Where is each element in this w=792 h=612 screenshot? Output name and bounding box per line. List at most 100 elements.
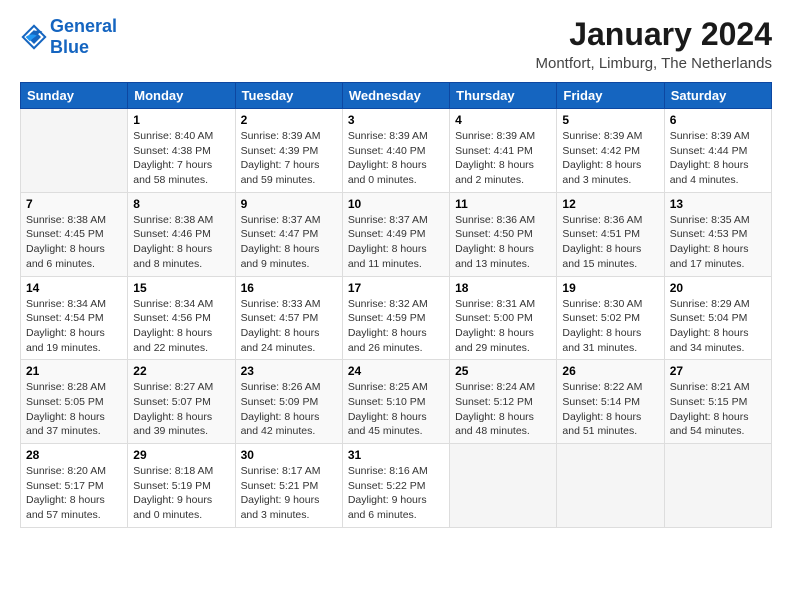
day-info: Sunrise: 8:33 AM Sunset: 4:57 PM Dayligh… (241, 297, 337, 356)
calendar-cell: 31 Sunrise: 8:16 AM Sunset: 5:22 PM Dayli… (342, 444, 449, 528)
day-info: Sunrise: 8:31 AM Sunset: 5:00 PM Dayligh… (455, 297, 551, 356)
calendar-week-5: 28Sunrise: 8:20 AM Sunset: 5:17 PM Dayli… (21, 444, 772, 528)
day-info: Sunrise: 8:25 AM Sunset: 5:10 PM Dayligh… (348, 380, 444, 439)
calendar-cell: 28Sunrise: 8:20 AM Sunset: 5:17 PM Dayli… (21, 444, 128, 528)
calendar-header-wednesday: Wednesday (342, 83, 449, 109)
calendar-week-4: 21Sunrise: 8:28 AM Sunset: 5:05 PM Dayli… (21, 360, 772, 444)
day-number: 7 (26, 197, 122, 211)
day-info: Sunrise: 8:35 AM Sunset: 4:53 PM Dayligh… (670, 213, 766, 272)
day-number: 5 (562, 113, 658, 127)
day-number: 26 (562, 364, 658, 378)
day-number: 6 (670, 113, 766, 127)
day-info: Sunrise: 8:18 AM Sunset: 5:19 PM Dayligh… (133, 464, 229, 523)
calendar-header-monday: Monday (128, 83, 235, 109)
calendar-cell (21, 109, 128, 193)
calendar-header-tuesday: Tuesday (235, 83, 342, 109)
calendar-cell: 18 Sunrise: 8:31 AM Sunset: 5:00 PM Dayli… (450, 276, 557, 360)
calendar-cell: 7Sunrise: 8:38 AM Sunset: 4:45 PM Daylig… (21, 192, 128, 276)
calendar-cell: 3 Sunrise: 8:39 AM Sunset: 4:40 PM Daylig… (342, 109, 449, 193)
location: Montfort, Limburg, The Netherlands (535, 55, 772, 72)
calendar-cell: 17 Sunrise: 8:32 AM Sunset: 4:59 PM Dayli… (342, 276, 449, 360)
month-title: January 2024 (535, 16, 772, 53)
day-info: Sunrise: 8:36 AM Sunset: 4:50 PM Dayligh… (455, 213, 551, 272)
day-number: 1 (133, 113, 229, 127)
calendar-cell: 16 Sunrise: 8:33 AM Sunset: 4:57 PM Dayli… (235, 276, 342, 360)
calendar-cell: 11 Sunrise: 8:36 AM Sunset: 4:50 PM Dayli… (450, 192, 557, 276)
day-number: 4 (455, 113, 551, 127)
day-number: 19 (562, 281, 658, 295)
calendar-cell: 19Sunrise: 8:30 AM Sunset: 5:02 PM Dayli… (557, 276, 664, 360)
day-info: Sunrise: 8:34 AM Sunset: 4:56 PM Dayligh… (133, 297, 229, 356)
calendar-cell: 12 Sunrise: 8:36 AM Sunset: 4:51 PM Dayli… (557, 192, 664, 276)
day-number: 31 (348, 448, 444, 462)
day-info: Sunrise: 8:38 AM Sunset: 4:46 PM Dayligh… (133, 213, 229, 272)
calendar-cell: 27 Sunrise: 8:21 AM Sunset: 5:15 PM Dayli… (664, 360, 771, 444)
day-number: 11 (455, 197, 551, 211)
day-info: Sunrise: 8:40 AM Sunset: 4:38 PM Dayligh… (133, 129, 229, 188)
day-info: Sunrise: 8:37 AM Sunset: 4:49 PM Dayligh… (348, 213, 444, 272)
calendar-header-saturday: Saturday (664, 83, 771, 109)
calendar-week-1: 1 Sunrise: 8:40 AM Sunset: 4:38 PM Daylig… (21, 109, 772, 193)
logo: General Blue (20, 16, 117, 58)
day-number: 16 (241, 281, 337, 295)
day-info: Sunrise: 8:17 AM Sunset: 5:21 PM Dayligh… (241, 464, 337, 523)
day-number: 9 (241, 197, 337, 211)
calendar-header-friday: Friday (557, 83, 664, 109)
calendar-cell (664, 444, 771, 528)
day-number: 30 (241, 448, 337, 462)
day-info: Sunrise: 8:39 AM Sunset: 4:44 PM Dayligh… (670, 129, 766, 188)
calendar-cell: 25 Sunrise: 8:24 AM Sunset: 5:12 PM Dayli… (450, 360, 557, 444)
calendar-cell: 6 Sunrise: 8:39 AM Sunset: 4:44 PM Daylig… (664, 109, 771, 193)
day-number: 13 (670, 197, 766, 211)
day-number: 17 (348, 281, 444, 295)
logo-icon (20, 23, 48, 51)
calendar-cell: 4 Sunrise: 8:39 AM Sunset: 4:41 PM Daylig… (450, 109, 557, 193)
calendar-cell: 13 Sunrise: 8:35 AM Sunset: 4:53 PM Dayli… (664, 192, 771, 276)
calendar-cell (450, 444, 557, 528)
calendar-cell: 14Sunrise: 8:34 AM Sunset: 4:54 PM Dayli… (21, 276, 128, 360)
header: General Blue January 2024 Montfort, Limb… (20, 16, 772, 72)
day-info: Sunrise: 8:29 AM Sunset: 5:04 PM Dayligh… (670, 297, 766, 356)
calendar-cell: 24 Sunrise: 8:25 AM Sunset: 5:10 PM Dayli… (342, 360, 449, 444)
calendar-cell: 15Sunrise: 8:34 AM Sunset: 4:56 PM Dayli… (128, 276, 235, 360)
calendar-cell: 5 Sunrise: 8:39 AM Sunset: 4:42 PM Daylig… (557, 109, 664, 193)
day-number: 18 (455, 281, 551, 295)
calendar-header-row: SundayMondayTuesdayWednesdayThursdayFrid… (21, 83, 772, 109)
day-info: Sunrise: 8:16 AM Sunset: 5:22 PM Dayligh… (348, 464, 444, 523)
day-number: 20 (670, 281, 766, 295)
logo-line1: General (50, 16, 117, 36)
day-info: Sunrise: 8:21 AM Sunset: 5:15 PM Dayligh… (670, 380, 766, 439)
calendar-cell: 21Sunrise: 8:28 AM Sunset: 5:05 PM Dayli… (21, 360, 128, 444)
calendar-table: SundayMondayTuesdayWednesdayThursdayFrid… (20, 82, 772, 528)
day-number: 23 (241, 364, 337, 378)
day-number: 14 (26, 281, 122, 295)
day-number: 22 (133, 364, 229, 378)
day-number: 24 (348, 364, 444, 378)
day-number: 3 (348, 113, 444, 127)
day-info: Sunrise: 8:28 AM Sunset: 5:05 PM Dayligh… (26, 380, 122, 439)
calendar-header-thursday: Thursday (450, 83, 557, 109)
day-info: Sunrise: 8:32 AM Sunset: 4:59 PM Dayligh… (348, 297, 444, 356)
day-number: 12 (562, 197, 658, 211)
day-number: 27 (670, 364, 766, 378)
calendar-cell: 30 Sunrise: 8:17 AM Sunset: 5:21 PM Dayli… (235, 444, 342, 528)
calendar-cell: 8Sunrise: 8:38 AM Sunset: 4:46 PM Daylig… (128, 192, 235, 276)
logo-line2: Blue (50, 37, 117, 58)
calendar-cell: 22Sunrise: 8:27 AM Sunset: 5:07 PM Dayli… (128, 360, 235, 444)
day-info: Sunrise: 8:20 AM Sunset: 5:17 PM Dayligh… (26, 464, 122, 523)
calendar-cell: 9 Sunrise: 8:37 AM Sunset: 4:47 PM Daylig… (235, 192, 342, 276)
day-number: 25 (455, 364, 551, 378)
calendar-week-3: 14Sunrise: 8:34 AM Sunset: 4:54 PM Dayli… (21, 276, 772, 360)
day-info: Sunrise: 8:24 AM Sunset: 5:12 PM Dayligh… (455, 380, 551, 439)
day-info: Sunrise: 8:37 AM Sunset: 4:47 PM Dayligh… (241, 213, 337, 272)
page: General Blue January 2024 Montfort, Limb… (0, 0, 792, 612)
calendar-cell: 2Sunrise: 8:39 AM Sunset: 4:39 PM Daylig… (235, 109, 342, 193)
day-number: 29 (133, 448, 229, 462)
title-block: January 2024 Montfort, Limburg, The Neth… (535, 16, 772, 72)
calendar-cell: 23 Sunrise: 8:26 AM Sunset: 5:09 PM Dayli… (235, 360, 342, 444)
day-info: Sunrise: 8:39 AM Sunset: 4:41 PM Dayligh… (455, 129, 551, 188)
day-info: Sunrise: 8:26 AM Sunset: 5:09 PM Dayligh… (241, 380, 337, 439)
day-info: Sunrise: 8:39 AM Sunset: 4:40 PM Dayligh… (348, 129, 444, 188)
day-info: Sunrise: 8:39 AM Sunset: 4:42 PM Dayligh… (562, 129, 658, 188)
day-info: Sunrise: 8:36 AM Sunset: 4:51 PM Dayligh… (562, 213, 658, 272)
